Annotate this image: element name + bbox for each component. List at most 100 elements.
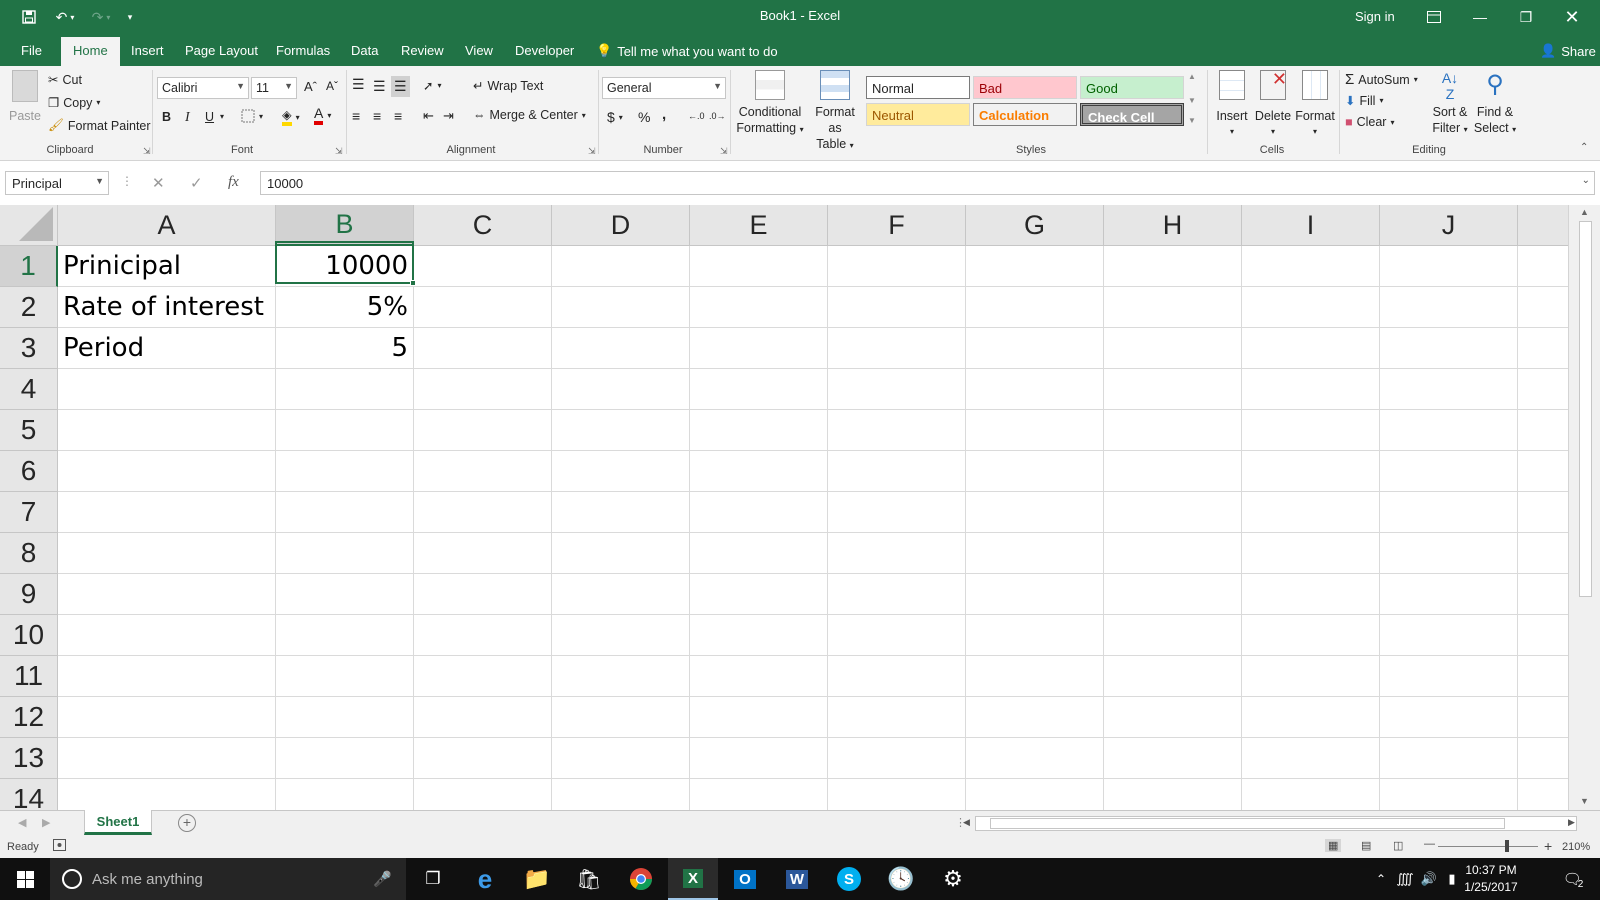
cell-h4[interactable]	[1104, 369, 1242, 410]
cell-a7[interactable]	[58, 492, 276, 533]
show-hidden-icons-chevron-icon[interactable]: ⌃	[1370, 858, 1392, 900]
zoom-in-icon[interactable]: +	[1544, 838, 1552, 854]
cell-h14[interactable]	[1104, 779, 1242, 810]
cell-b5[interactable]	[276, 410, 414, 451]
horizontal-scrollbar[interactable]	[975, 816, 1577, 831]
macro-record-icon[interactable]	[53, 839, 66, 854]
cell-c9[interactable]	[414, 574, 552, 615]
style-calculation[interactable]: Calculation	[973, 103, 1077, 126]
cell-g2[interactable]	[966, 287, 1104, 328]
sheet-tab-sheet1[interactable]: Sheet1	[84, 810, 152, 835]
cell-partial[interactable]	[1518, 369, 1568, 410]
wrap-text-button[interactable]: ↵ Wrap Text	[473, 78, 543, 94]
styles-scroll-down-icon[interactable]: ▼	[1188, 96, 1196, 105]
volume-icon[interactable]: 🔊	[1418, 858, 1440, 900]
cell-e6[interactable]	[690, 451, 828, 492]
save-icon[interactable]	[18, 6, 40, 28]
decrease-decimal-icon[interactable]: .0→	[709, 111, 726, 121]
font-size-combo[interactable]: 11 ▼	[251, 77, 297, 99]
column-header-h[interactable]: H	[1104, 205, 1242, 246]
cell-c7[interactable]	[414, 492, 552, 533]
cell-i8[interactable]	[1242, 533, 1380, 574]
page-layout-view-icon[interactable]: ▤	[1361, 839, 1371, 852]
tab-file[interactable]: File	[21, 43, 42, 58]
cell-d9[interactable]	[552, 574, 690, 615]
cell-partial[interactable]	[1518, 451, 1568, 492]
cell-a9[interactable]	[58, 574, 276, 615]
cell-b13[interactable]	[276, 738, 414, 779]
cell-d10[interactable]	[552, 615, 690, 656]
cell-i13[interactable]	[1242, 738, 1380, 779]
row-header-5[interactable]: 5	[0, 410, 58, 451]
decrease-font-icon[interactable]: Aˇ	[326, 79, 338, 93]
font-launcher-icon[interactable]: ⇲	[335, 146, 343, 157]
cell-a2[interactable]: Rate of interest	[58, 287, 276, 328]
increase-font-icon[interactable]: Aˆ	[304, 79, 317, 94]
worksheet-grid[interactable]: ABCDEFGHIJ 1 2 3 4 5 6 7 8 9 10 11 12 13 14 Prinicipa…	[0, 205, 1568, 810]
zoom-level[interactable]: 210%	[1562, 841, 1590, 853]
clock-app-icon[interactable]: 🕓	[876, 858, 926, 900]
cell-c13[interactable]	[414, 738, 552, 779]
column-header-f[interactable]: F	[828, 205, 966, 246]
cell-a11[interactable]	[58, 656, 276, 697]
cell-partial[interactable]	[1518, 779, 1568, 810]
settings-gear-icon[interactable]: ⚙	[928, 858, 978, 900]
zoom-slider-thumb[interactable]	[1505, 840, 1509, 852]
font-name-combo[interactable]: Calibri ▼	[157, 77, 249, 99]
cell-h1[interactable]	[1104, 246, 1242, 287]
italic-button[interactable]: I	[185, 110, 190, 126]
chevron-down-icon[interactable]: ▾	[220, 112, 224, 121]
cell-g8[interactable]	[966, 533, 1104, 574]
horizontal-scroll-thumb[interactable]	[990, 818, 1505, 829]
cell-f1[interactable]	[828, 246, 966, 287]
row-header-11[interactable]: 11	[0, 656, 58, 697]
cell-h13[interactable]	[1104, 738, 1242, 779]
cell-a5[interactable]	[58, 410, 276, 451]
cell-e4[interactable]	[690, 369, 828, 410]
cell-g4[interactable]	[966, 369, 1104, 410]
cell-b9[interactable]	[276, 574, 414, 615]
cell-partial[interactable]	[1518, 533, 1568, 574]
cell-j4[interactable]	[1380, 369, 1518, 410]
row-header-2[interactable]: 2	[0, 287, 58, 328]
cell-g5[interactable]	[966, 410, 1104, 451]
cell-g3[interactable]	[966, 328, 1104, 369]
cell-g9[interactable]	[966, 574, 1104, 615]
cell-e11[interactable]	[690, 656, 828, 697]
cell-h7[interactable]	[1104, 492, 1242, 533]
style-neutral[interactable]: Neutral	[866, 103, 970, 126]
cell-c11[interactable]	[414, 656, 552, 697]
column-header-partial[interactable]	[1518, 205, 1568, 246]
cell-b8[interactable]	[276, 533, 414, 574]
cell-j12[interactable]	[1380, 697, 1518, 738]
cell-g11[interactable]	[966, 656, 1104, 697]
cell-a4[interactable]	[58, 369, 276, 410]
column-header-e[interactable]: E	[690, 205, 828, 246]
style-check-cell[interactable]: Check Cell	[1080, 103, 1184, 126]
cell-a13[interactable]	[58, 738, 276, 779]
cell-c3[interactable]	[414, 328, 552, 369]
cell-j14[interactable]	[1380, 779, 1518, 810]
cell-b6[interactable]	[276, 451, 414, 492]
cell-f5[interactable]	[828, 410, 966, 451]
cell-e14[interactable]	[690, 779, 828, 810]
cell-b2[interactable]: 5%	[276, 287, 414, 328]
cell-j7[interactable]	[1380, 492, 1518, 533]
confirm-entry-icon[interactable]: ✓	[190, 174, 203, 192]
excel-app-icon[interactable]: X	[668, 858, 718, 900]
cell-partial[interactable]	[1518, 287, 1568, 328]
cell-partial[interactable]	[1518, 328, 1568, 369]
cell-a12[interactable]	[58, 697, 276, 738]
cell-e7[interactable]	[690, 492, 828, 533]
delete-cells-button[interactable]: ✕ Delete ▾	[1252, 70, 1294, 140]
cell-c4[interactable]	[414, 369, 552, 410]
cell-f13[interactable]	[828, 738, 966, 779]
cell-f12[interactable]	[828, 697, 966, 738]
currency-button[interactable]: $ ▾	[607, 109, 623, 125]
cell-d12[interactable]	[552, 697, 690, 738]
share-button[interactable]: 👤 Share	[1540, 43, 1596, 59]
underline-button[interactable]: U	[205, 110, 214, 124]
cell-e10[interactable]	[690, 615, 828, 656]
cell-d13[interactable]	[552, 738, 690, 779]
orientation-icon[interactable]: ➚ ▾	[423, 78, 442, 93]
